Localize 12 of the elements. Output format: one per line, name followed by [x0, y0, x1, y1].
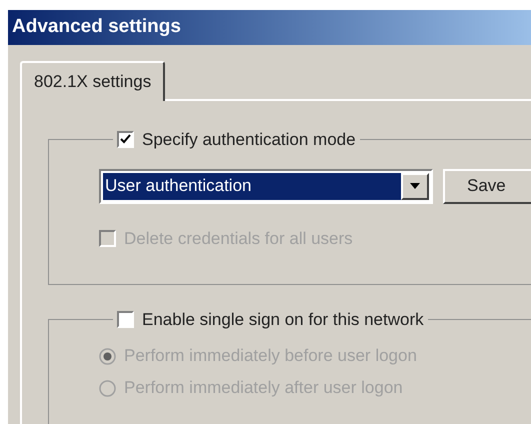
window-title: Advanced settings	[12, 15, 181, 40]
checkbox-label: Specify authentication mode	[142, 129, 356, 151]
caret-icon	[410, 183, 420, 189]
dropdown-value: User authentication	[103, 172, 401, 200]
mode-dropdown[interactable]: User authentication	[99, 168, 433, 204]
checkmark-icon	[120, 134, 131, 146]
checkbox[interactable]	[117, 310, 134, 328]
checkbox[interactable]	[117, 131, 134, 148]
dropdown-arrow-button[interactable]	[401, 172, 429, 200]
checkbox-label: Enable single sign on for this network	[142, 308, 424, 331]
tab[interactable]: 802.1X settings	[20, 61, 166, 101]
save-button[interactable]: Save	[443, 168, 531, 204]
